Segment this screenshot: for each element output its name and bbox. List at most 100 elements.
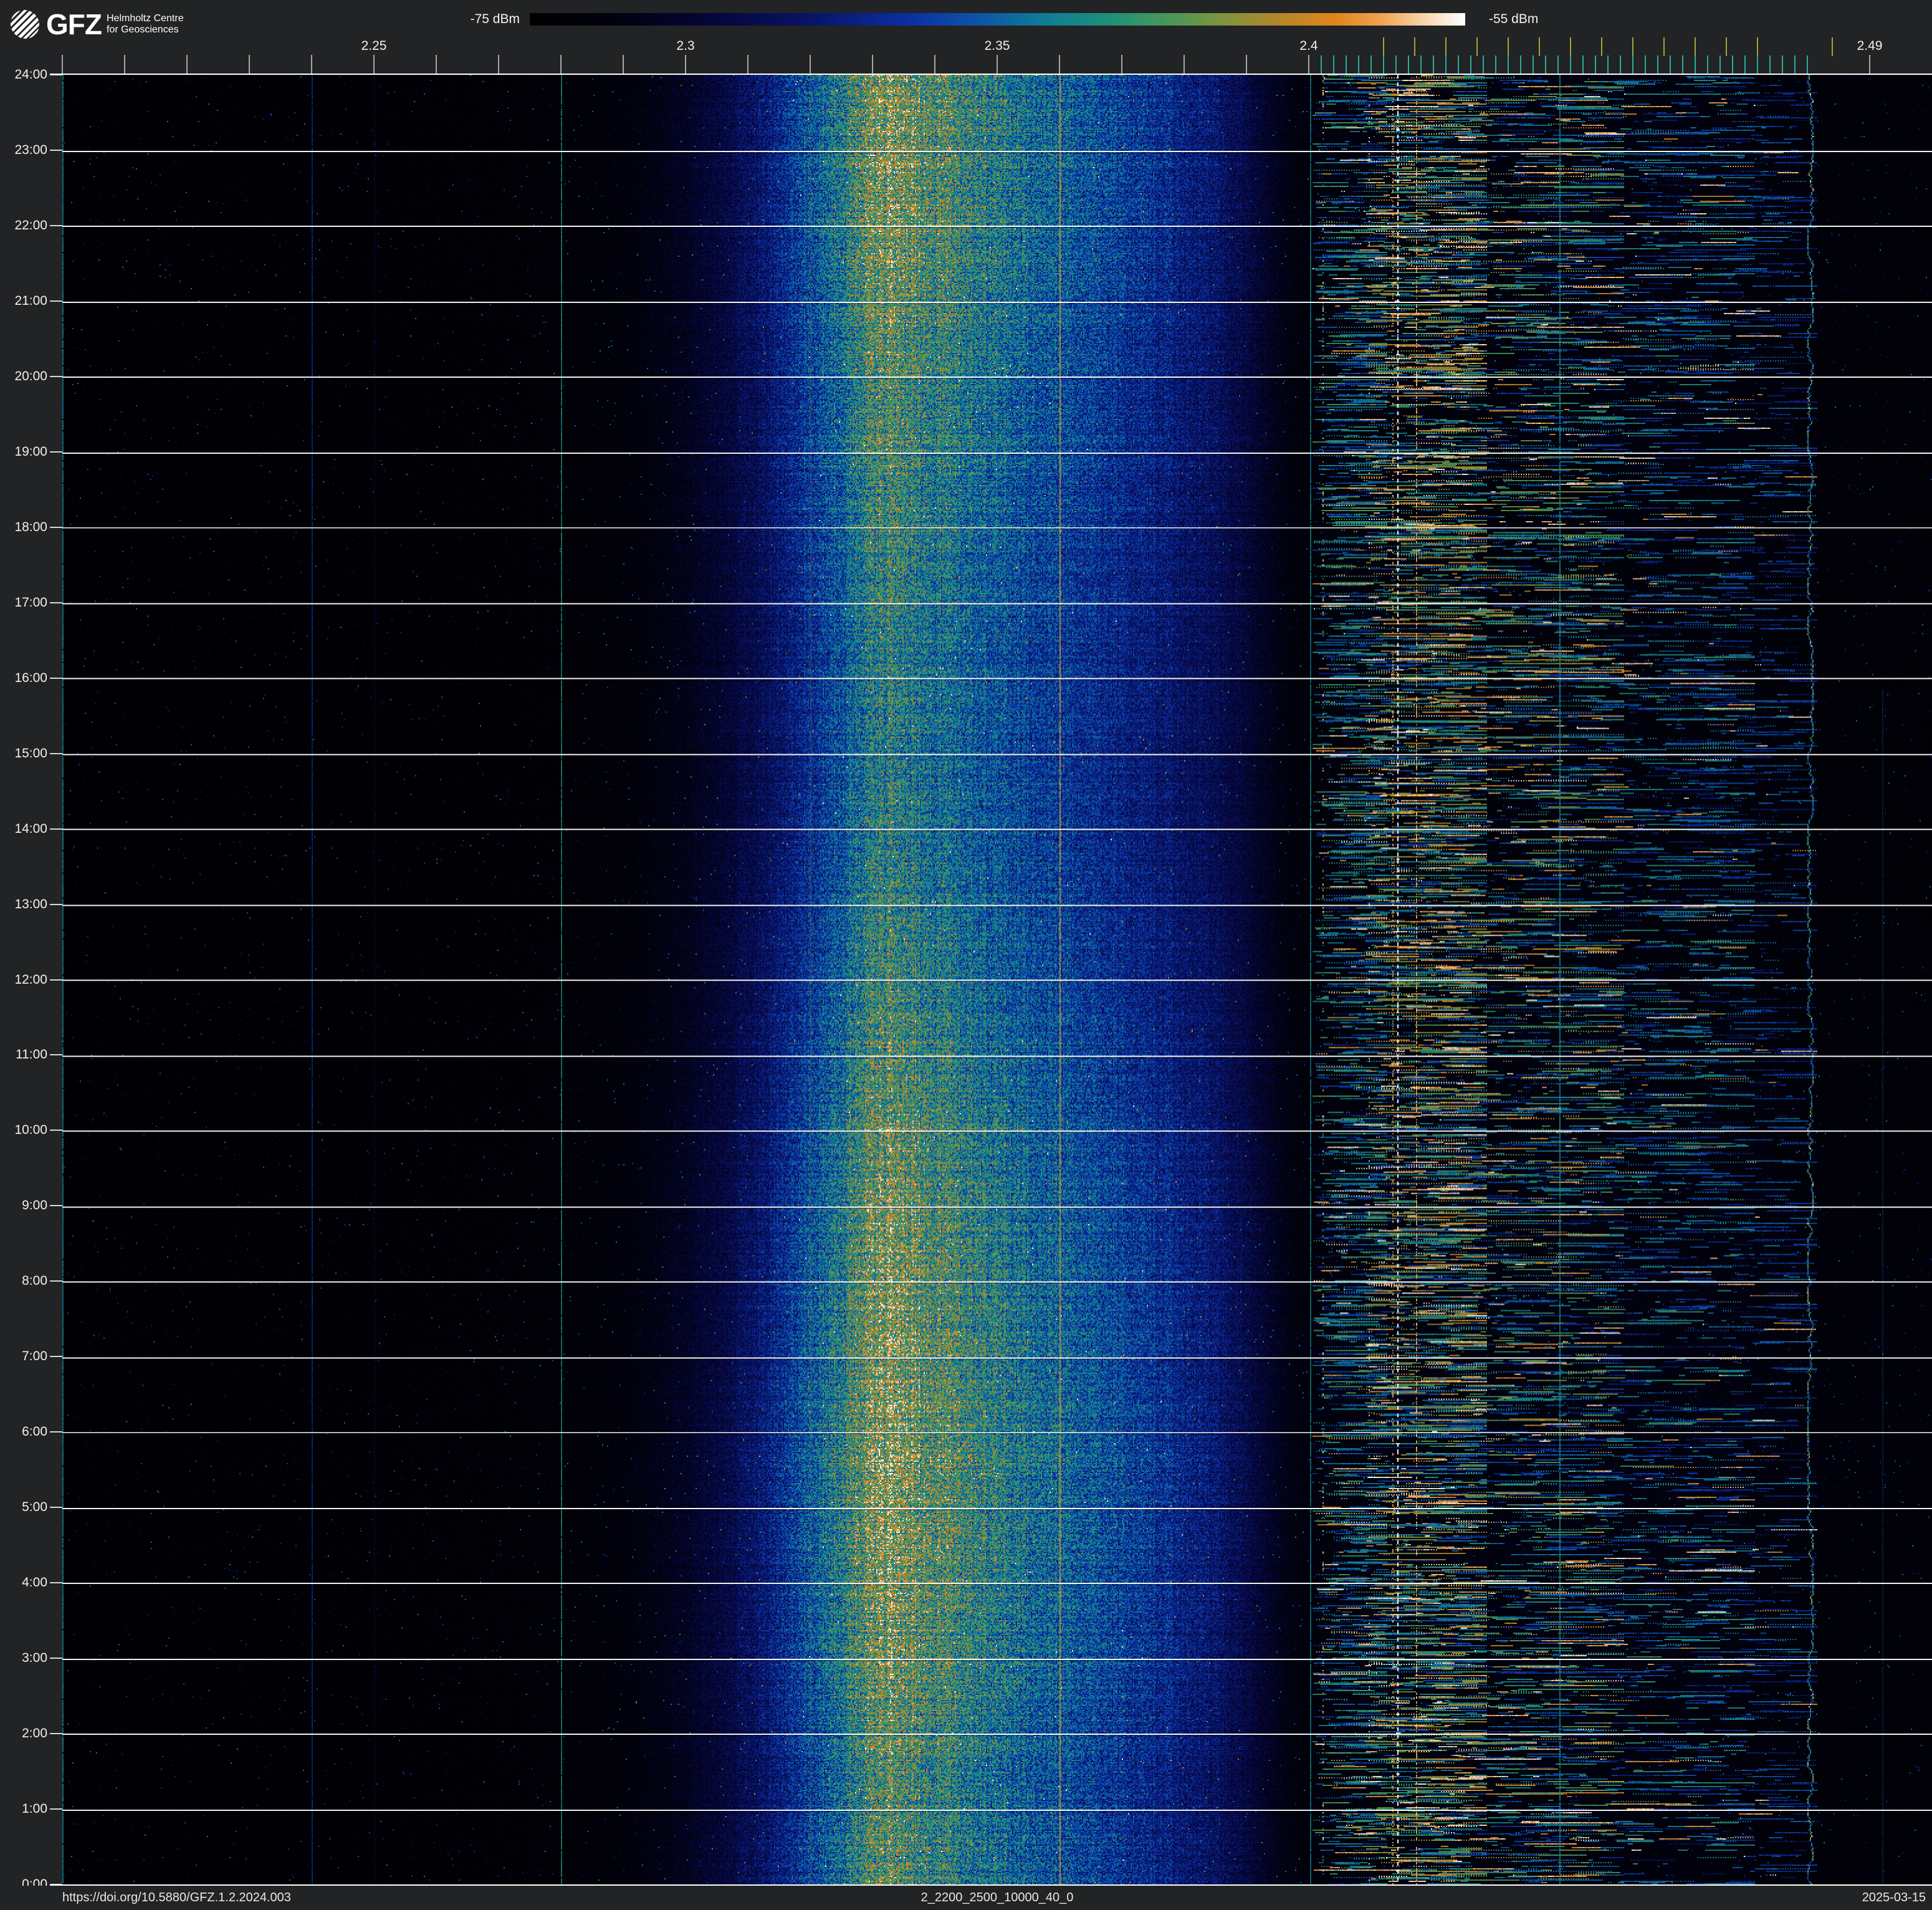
frequency-axis-label: 2.4 [1299,39,1318,53]
wifi-channel-tick [1832,37,1833,56]
time-tick [50,1507,62,1509]
wifi-channel-tick [1445,37,1447,56]
wifi-channel-tick [1601,37,1602,56]
time-tick [50,526,62,528]
time-axis-label: 23:00 [14,142,47,157]
ble-channel-tick [1495,55,1496,74]
time-axis-label: 9:00 [22,1198,47,1213]
ble-channel-tick [1632,55,1633,74]
frequency-tick [249,55,250,74]
ble-channel-tick [1657,55,1658,74]
ble-channel-tick [1682,55,1683,74]
ble-channel-tick [1358,55,1359,74]
ble-channel-tick [1607,55,1609,74]
ble-channel-tick [1520,55,1521,74]
frequency-tick [997,55,998,74]
ble-channel-tick [1719,55,1721,74]
time-axis-label: 21:00 [14,293,47,308]
wifi-channel-tick [1508,37,1509,56]
frequency-tick [62,55,63,74]
frequency-axis-label: 2.49 [1857,39,1883,53]
ble-channel-tick [1445,55,1447,74]
spectrogram-canvas [62,75,1932,1884]
ble-channel-tick [1582,55,1584,74]
doi-link-text: https://doi.org/10.5880/GFZ.1.2.2024.003 [62,1891,291,1904]
wifi-channel-tick [1570,37,1571,56]
frequency-tick [623,55,624,74]
ble-channel-tick [1533,55,1534,74]
footer-bar: https://doi.org/10.5880/GFZ.1.2.2024.003… [0,1886,1932,1910]
time-axis-label: 10:00 [14,1123,47,1138]
ble-channel-tick [1794,55,1796,74]
frequency-tick [560,55,562,74]
ble-channel-tick [1807,55,1808,74]
frequency-tick [124,55,125,74]
ble-channel-tick [1670,55,1671,74]
ble-channel-tick [1333,55,1334,74]
time-tick [50,979,62,981]
ble-channel-tick [1420,55,1422,74]
wifi-channel-tick [1383,37,1384,56]
time-axis-label: 8:00 [22,1274,47,1289]
time-tick [50,451,62,453]
frequency-tick [810,55,811,74]
time-axis-label: 6:00 [22,1424,47,1439]
frequency-tick [1308,55,1309,74]
wifi-channel-tick [1476,37,1478,56]
wifi-channel-tick [1414,37,1415,56]
time-axis-label: 17:00 [14,595,47,610]
wifi-channel-tick [1695,37,1696,56]
time-axis-label: 16:00 [14,670,47,685]
ble-channel-tick [1383,55,1384,74]
wifi-channel-tick [1663,37,1665,56]
time-tick [50,1808,62,1810]
time-tick [50,1582,62,1584]
time-tick [50,300,62,302]
wifi-channel-tick [1632,37,1633,56]
time-tick [50,1733,62,1735]
frequency-tick [1121,55,1122,74]
time-tick [50,1356,62,1358]
time-axis-label: 22:00 [14,218,47,233]
time-axis-label: 4:00 [22,1575,47,1590]
time-tick [50,752,62,754]
frequency-tick [436,55,437,74]
ble-channel-tick [1570,55,1571,74]
time-axis-label: 18:00 [14,519,47,534]
time-tick [50,224,62,226]
time-axis-label: 14:00 [14,821,47,836]
ble-channel-tick [1707,55,1708,74]
frequency-axis-label: 2.25 [361,39,387,53]
date-label: 2025-03-15 [1862,1891,1926,1904]
frequency-tick [498,55,499,74]
time-tick [50,1280,62,1282]
time-tick [50,1054,62,1056]
frequency-tick [311,55,312,74]
frequency-tick [1059,55,1060,74]
wifi-channel-tick [1757,37,1758,56]
time-tick [50,828,62,830]
ble-channel-tick [1645,55,1646,74]
ble-channel-tick [1557,55,1559,74]
colorbar-max-label: -55 dBm [1489,12,1539,26]
time-tick [50,1205,62,1207]
time-axis-label: 3:00 [22,1651,47,1666]
time-axis-label: 12:00 [14,972,47,987]
colorbar-min-label: -75 dBm [470,12,520,26]
frequency-tick [1246,55,1247,74]
dataset-filename: 2_2200_2500_10000_40_0 [921,1891,1074,1904]
time-tick [50,677,62,679]
ble-channel-tick [1433,55,1434,74]
time-axis-label: 7:00 [22,1349,47,1364]
ble-channel-tick [1408,55,1409,74]
time-axis-label: 11:00 [16,1047,47,1062]
time-tick [50,903,62,905]
time-axis-label: 24:00 [14,67,47,82]
time-axis-label: 20:00 [14,368,47,383]
time-tick [50,149,62,151]
ble-channel-tick [1757,55,1758,74]
ble-channel-tick [1483,55,1484,74]
frequency-tick [186,55,188,74]
frequency-tick [747,55,748,74]
frequency-tick [1184,55,1185,74]
